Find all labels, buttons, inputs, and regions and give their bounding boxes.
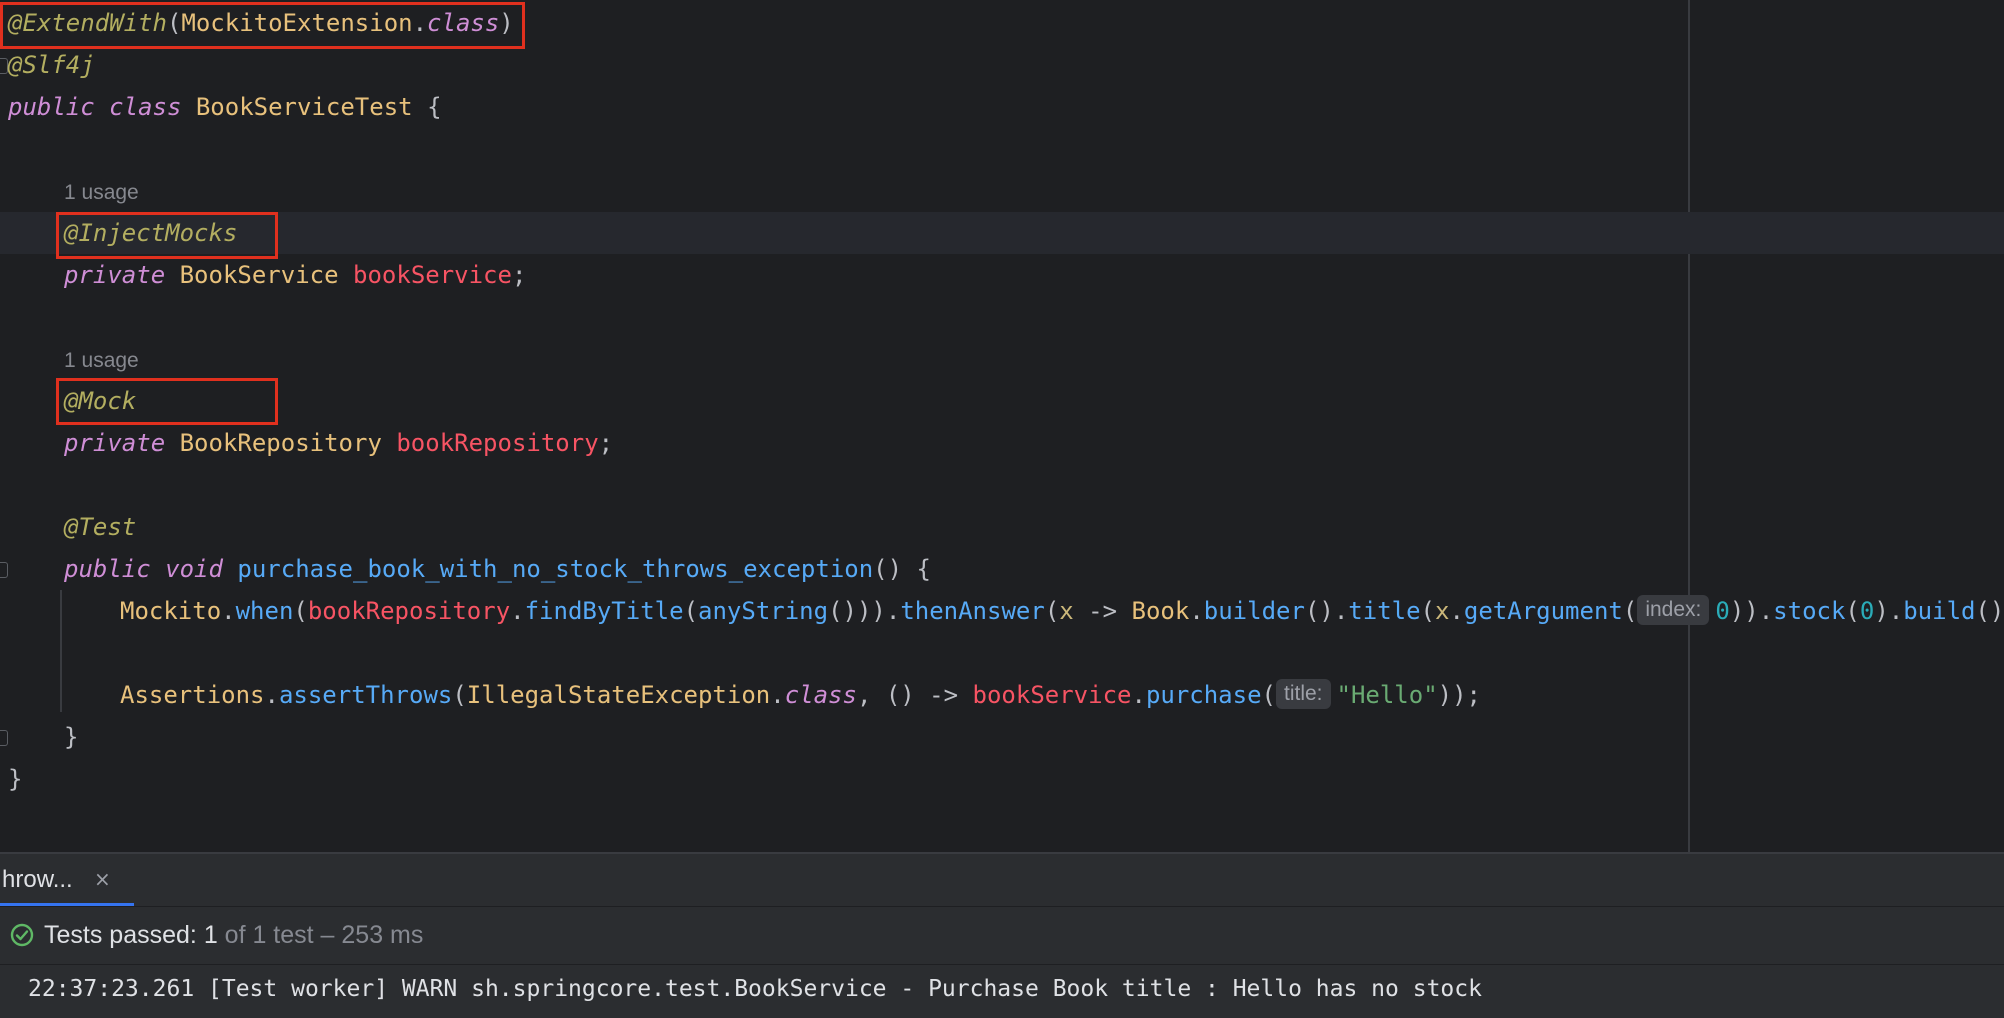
close-icon[interactable]: × xyxy=(94,867,111,891)
right-margin-guide xyxy=(1688,0,1690,852)
check-circle-icon xyxy=(10,923,34,947)
usage-hint[interactable]: 1 usage xyxy=(64,344,139,378)
code-line-7[interactable]: private BookRepository bookRepository; xyxy=(0,422,613,464)
highlight-box-injectmocks xyxy=(56,212,278,259)
code-line-3[interactable]: public class BookServiceTest { xyxy=(0,86,442,128)
console-line: 22:37:23.261 [Test worker] WARN sh.sprin… xyxy=(28,976,1482,1002)
highlight-box-extendwith xyxy=(0,2,525,49)
code-line-2[interactable]: @Slf4j xyxy=(0,44,95,86)
usage-hint[interactable]: 1 usage xyxy=(64,176,139,210)
code-line-4[interactable]: @InjectMocks xyxy=(0,212,2004,254)
run-tab[interactable]: hrow... × xyxy=(0,854,134,908)
code-line-12[interactable]: } xyxy=(0,716,78,758)
code-line-10[interactable]: Mockito.when(bookRepository.findByTitle(… xyxy=(0,590,2004,632)
code-line-9[interactable]: public void purchase_book_with_no_stock_… xyxy=(0,548,931,590)
code-line-8[interactable]: @Test xyxy=(0,506,136,548)
parameter-hint-index: index: xyxy=(1637,595,1710,625)
code-line-13[interactable]: } xyxy=(0,758,22,800)
code-line-5[interactable]: private BookService bookService; xyxy=(0,254,526,296)
run-tool-window-header: hrow... × xyxy=(0,852,2004,908)
parameter-hint-title: title: xyxy=(1275,679,1331,709)
code-editor[interactable]: @ExtendWith(MockitoExtension.class) @Slf… xyxy=(0,0,2004,852)
highlight-box-mock xyxy=(56,378,278,425)
test-status-text: Tests passed: 1 of 1 test – 253 ms xyxy=(44,921,424,949)
code-line-11[interactable]: Assertions.assertThrows(IllegalStateExce… xyxy=(0,674,1481,716)
test-status-bar: Tests passed: 1 of 1 test – 253 ms xyxy=(0,906,2004,964)
run-tab-label: hrow... xyxy=(2,866,73,893)
console-output[interactable]: 22:37:23.261 [Test worker] WARN sh.sprin… xyxy=(0,964,2004,1018)
